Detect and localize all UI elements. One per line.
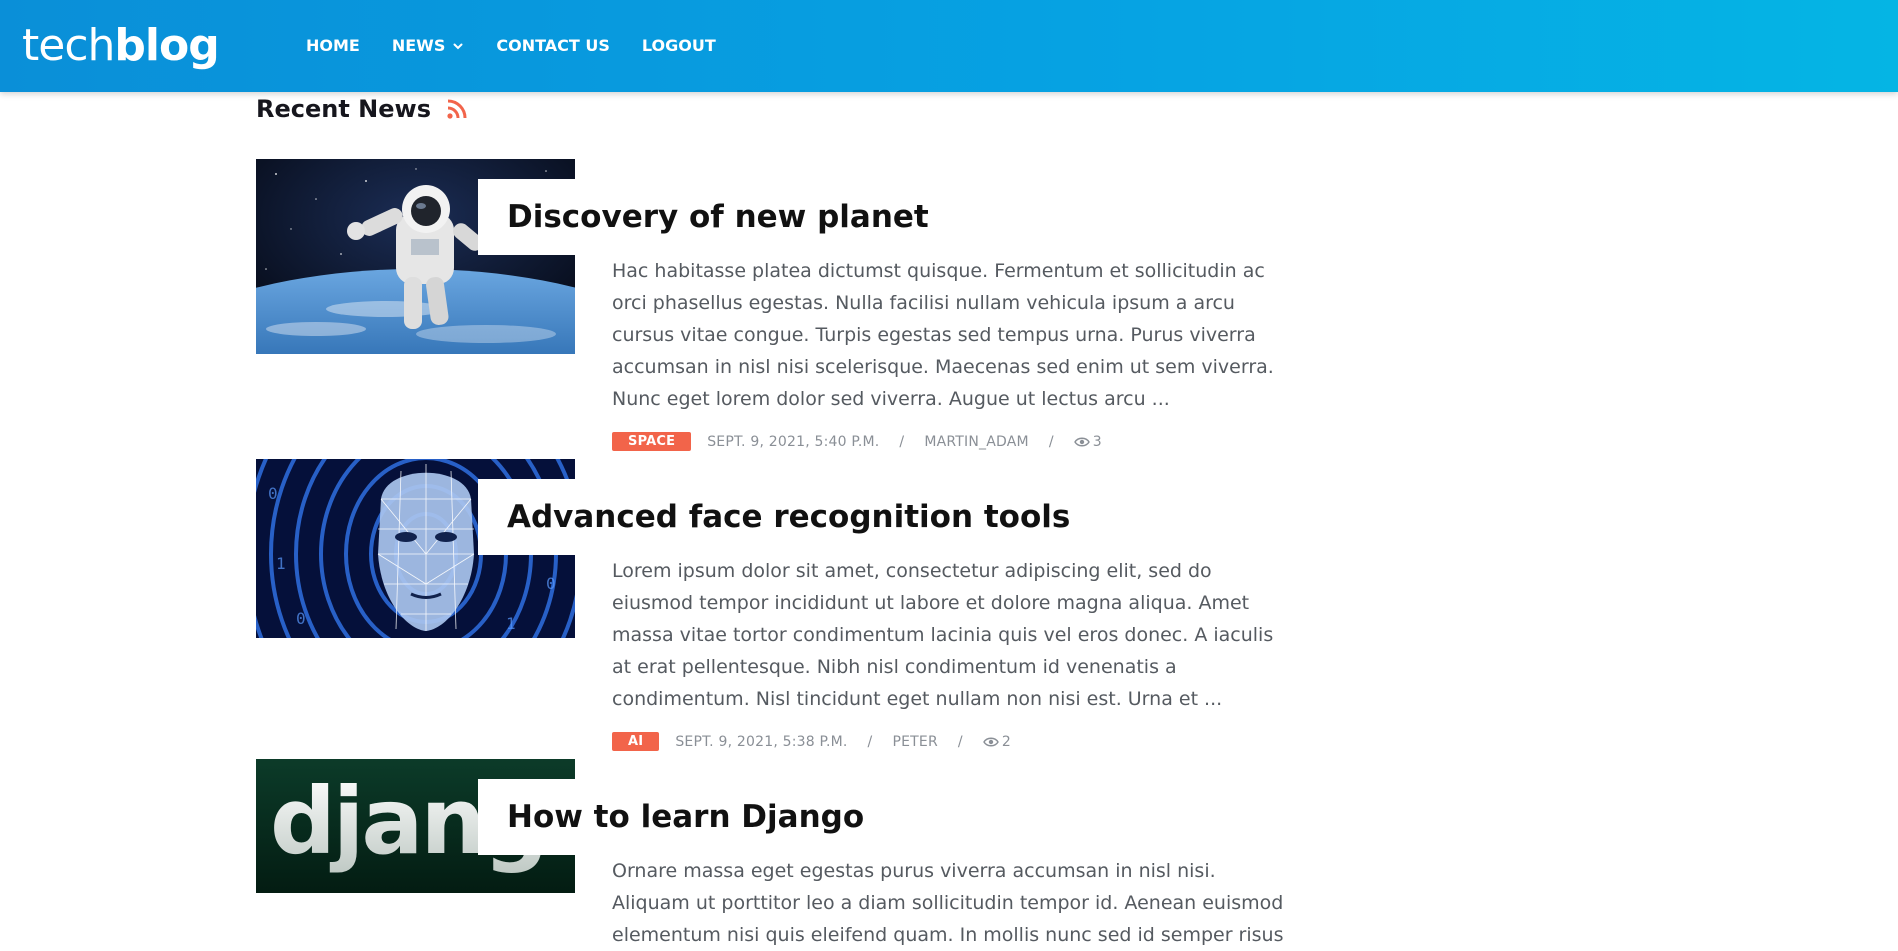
post-meta: AI SEPT. 9, 2021, 5:38 P.M. / PETER / 2 xyxy=(612,732,1011,751)
post-title[interactable]: Advanced face recognition tools xyxy=(478,479,1101,555)
meta-separator: / xyxy=(867,733,873,750)
post-excerpt: Hac habitasse platea dictumst quisque. F… xyxy=(612,260,1274,410)
svg-text:0: 0 xyxy=(546,574,556,593)
meta-separator: / xyxy=(899,433,905,450)
view-count: 2 xyxy=(982,733,1011,750)
nav-logout[interactable]: LOGOUT xyxy=(642,34,716,58)
svg-text:1: 1 xyxy=(506,614,516,633)
svg-text:1: 1 xyxy=(276,554,286,573)
post-excerpt: Lorem ipsum dolor sit amet, consectetur … xyxy=(612,560,1274,710)
site-logo[interactable]: techblog xyxy=(22,20,220,72)
nav-home[interactable]: HOME xyxy=(306,34,360,58)
svg-text:0: 0 xyxy=(296,609,306,628)
site-header: techblog HOME NEWS CONTACT US LOGOUT xyxy=(0,0,1898,92)
view-count-value: 2 xyxy=(1001,733,1011,750)
nav-news-label: NEWS xyxy=(391,36,446,55)
post-author[interactable]: MARTIN_ADAM xyxy=(924,434,1029,450)
post-card: Discovery of new planet Hac habitasse pl… xyxy=(256,159,1296,459)
category-tag[interactable]: SPACE xyxy=(612,432,692,451)
view-count-value: 3 xyxy=(1092,433,1102,450)
nav-home-label: HOME xyxy=(306,36,360,55)
section-title: Recent News xyxy=(256,95,431,123)
nav-contact-label: CONTACT US xyxy=(496,36,610,55)
post-card: 010 101 Advanced face recognition tools … xyxy=(256,459,1296,759)
rss-feed-icon[interactable] xyxy=(446,98,468,120)
main-nav: HOME NEWS CONTACT US LOGOUT xyxy=(306,34,748,58)
post-date: SEPT. 9, 2021, 5:38 P.M. xyxy=(675,733,848,750)
post-excerpt: Ornare massa eget egestas purus viverra … xyxy=(612,860,1284,946)
post-title[interactable]: How to learn Django xyxy=(478,779,895,855)
nav-contact-us[interactable]: CONTACT US xyxy=(496,34,610,58)
post-author[interactable]: PETER xyxy=(892,734,937,750)
nav-news-dropdown[interactable]: NEWS xyxy=(392,34,465,58)
view-count: 3 xyxy=(1073,433,1102,450)
category-tag[interactable]: AI xyxy=(612,732,660,751)
chevron-down-icon xyxy=(453,43,463,50)
logo-text-tech: tech xyxy=(22,20,115,71)
post-title[interactable]: Discovery of new planet xyxy=(478,179,959,255)
meta-separator: / xyxy=(957,733,963,750)
post-date: SEPT. 9, 2021, 5:40 P.M. xyxy=(707,433,880,450)
eye-icon xyxy=(1073,437,1090,446)
meta-separator: / xyxy=(1048,433,1054,450)
post-meta: SPACE SEPT. 9, 2021, 5:40 P.M. / MARTIN_… xyxy=(612,432,1102,451)
logo-text-blog: blog xyxy=(114,20,219,71)
nav-logout-label: LOGOUT xyxy=(641,36,716,55)
svg-text:0: 0 xyxy=(268,484,278,503)
post-card: djang How to learn Django Ornare massa e… xyxy=(256,759,1296,946)
recent-news-heading: Recent News xyxy=(256,94,468,124)
eye-icon xyxy=(982,737,999,746)
